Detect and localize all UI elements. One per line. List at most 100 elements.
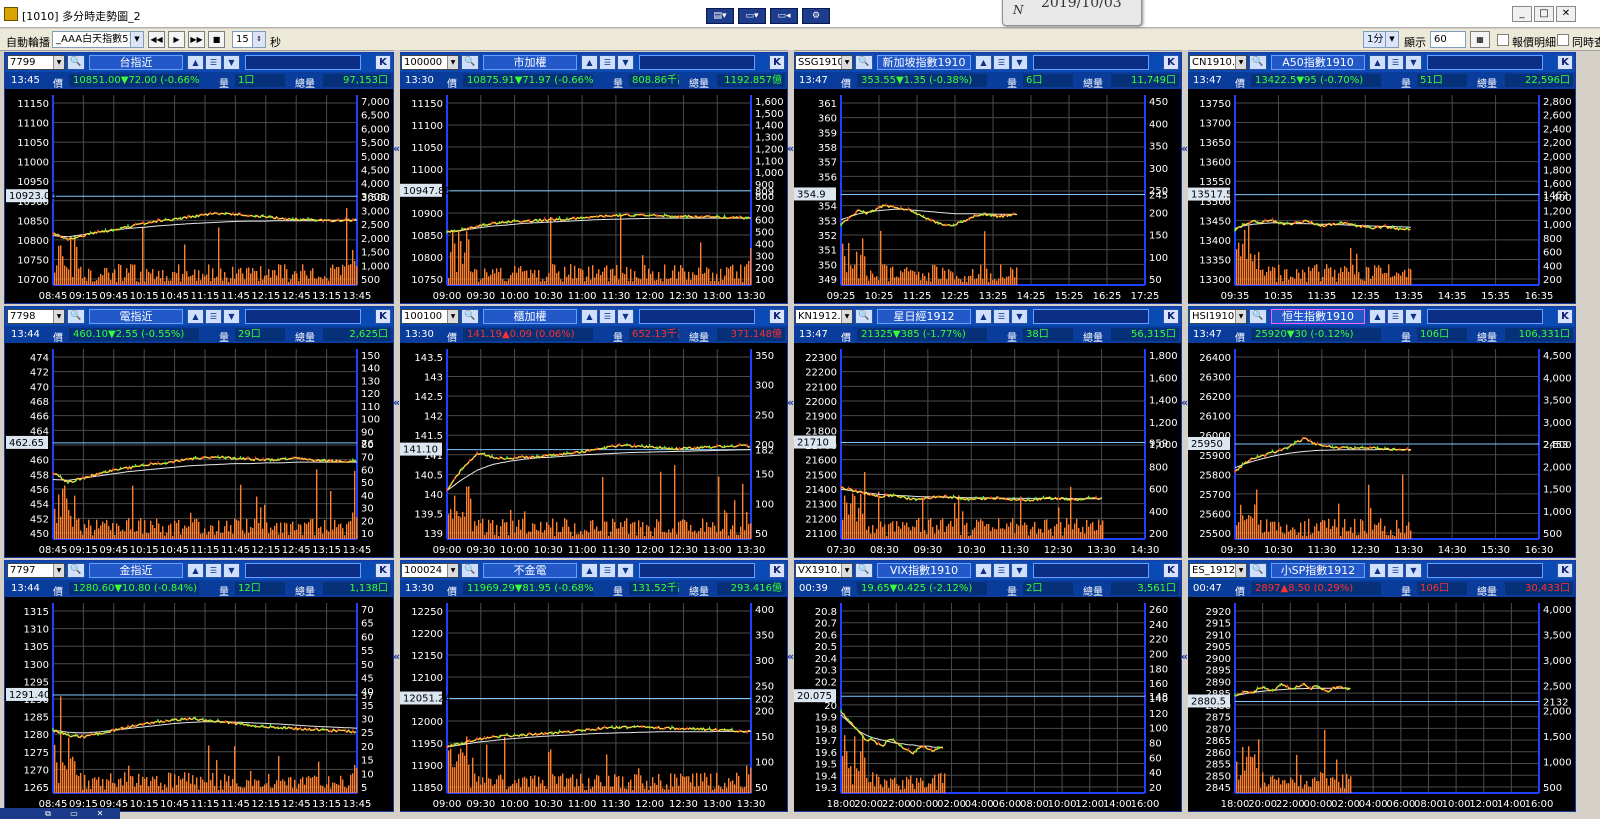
search-icon[interactable]: 🔍 [1249,563,1267,578]
quote-detail-checkbox[interactable] [1497,34,1509,46]
period-select[interactable]: 1分 ▼ [1363,31,1399,48]
product-name[interactable]: 電指近 [89,309,183,324]
chart-panel[interactable]: CN1910.2 ▼ 🔍 A50指數1910 ▲ ☰ ▼ K 13:47 價 13422.5▼95 … [1186,52,1576,304]
collapse-icon[interactable]: « [787,396,794,409]
menu-list-icon[interactable]: ☰ [599,563,616,578]
product-name[interactable]: 小SP指數1912 [1271,563,1365,578]
grid-layout-icon[interactable]: ▦ [1470,31,1490,48]
menu-list-icon[interactable]: ☰ [993,55,1010,70]
symbol-select[interactable]: 7797 ▼ [7,563,65,578]
menu-list-icon[interactable]: ☰ [599,55,616,70]
symbol-select[interactable]: KN1912.2 ▼ [795,309,853,324]
product-name[interactable]: 不金電 [483,563,577,578]
kline-button[interactable]: K [1163,55,1179,70]
symbol-select[interactable]: HSI1910.2 ▼ [1189,309,1247,324]
intraday-chart[interactable]: 2230022200221002200021900218002170021600… [793,343,1181,557]
intraday-chart[interactable]: 1225012200121501210012050120001195011900… [399,597,787,811]
intraday-chart[interactable]: 143.5 143 142.5 142 141.5 141 140.5 140 139.5 139… [399,343,787,557]
scroll-up-icon[interactable]: ▲ [1369,55,1386,70]
kline-button[interactable]: K [1557,55,1573,70]
product-name[interactable]: 星日經1912 [877,309,971,324]
close-task-icon[interactable]: ✕ [92,808,108,819]
product-name[interactable]: VIX指數1910 [877,563,971,578]
scroll-up-icon[interactable]: ▲ [975,55,992,70]
symbol-select[interactable]: ES_1912.2 ▼ [1189,563,1247,578]
kline-button[interactable]: K [769,55,785,70]
chart-panel[interactable]: 100024 ▼ 🔍 不金電 ▲ ☰ ▼ K 13:30 價 11969.29▼81.95 (-0.… [398,560,788,812]
restore-icon[interactable]: ⧉ [40,808,56,819]
symbol-select[interactable]: 100000 ▼ [401,55,459,70]
symbol-select[interactable]: 7798 ▼ [7,309,65,324]
scroll-down-icon[interactable]: ▼ [617,563,634,578]
kline-button[interactable]: K [1163,563,1179,578]
scroll-down-icon[interactable]: ▼ [1011,309,1028,324]
layout-button-2[interactable]: ▭▾ [738,8,766,24]
scroll-down-icon[interactable]: ▼ [1011,563,1028,578]
maximize-icon[interactable]: □ [1534,6,1554,22]
intraday-chart[interactable]: 13750 13700 13650 13600 13550 13500 13450 13400… [1187,89,1575,303]
spinner-icon[interactable]: ⇕ [252,32,265,47]
search-icon[interactable]: 🔍 [855,563,873,578]
chart-panel[interactable]: 100100 ▼ 🔍 櫃加權 ▲ ☰ ▼ K 13:30 價 141.19▲0.09 (0.06%)… [398,306,788,558]
menu-list-icon[interactable]: ☰ [1387,55,1404,70]
search-icon[interactable]: 🔍 [67,563,85,578]
intraday-chart[interactable]: 3613603593583573563553543533523513503494… [793,89,1181,303]
scroll-up-icon[interactable]: ▲ [1369,563,1386,578]
chart-panel[interactable]: 100000 ▼ 🔍 市加權 ▲ ☰ ▼ K 13:30 價 10875.91▼71.97 (-0.… [398,52,788,304]
search-icon[interactable]: 🔍 [461,55,479,70]
product-name[interactable]: 市加權 [483,55,577,70]
scroll-up-icon[interactable]: ▲ [581,309,598,324]
product-name[interactable]: 櫃加權 [483,309,577,324]
collapse-icon[interactable]: « [1181,396,1188,409]
collapse-icon[interactable]: « [393,650,400,663]
scroll-up-icon[interactable]: ▲ [975,563,992,578]
scroll-up-icon[interactable]: ▲ [1369,309,1386,324]
layout-button-3[interactable]: ▭◂ [770,8,798,24]
search-icon[interactable]: 🔍 [461,309,479,324]
product-name[interactable]: 恒生指數1910 [1271,309,1365,324]
menu-list-icon[interactable]: ☰ [1387,309,1404,324]
kline-button[interactable]: K [375,309,391,324]
symbol-select[interactable]: CN1910.2 ▼ [1189,55,1247,70]
scroll-down-icon[interactable]: ▼ [617,55,634,70]
product-name[interactable]: 金指近 [89,563,183,578]
kline-button[interactable]: K [1557,563,1573,578]
search-icon[interactable]: 🔍 [461,563,479,578]
sync-checkbox[interactable] [1557,34,1569,46]
chart-panel[interactable]: 7797 ▼ 🔍 金指近 ▲ ☰ ▼ K 13:44 價 1280.60▼10.80 (-0.84%… [4,560,394,812]
symbol-select[interactable]: 7799 ▼ [7,55,65,70]
intraday-chart[interactable]: 20.820.720.620.520.420.320.220.12019.919… [793,597,1181,811]
collapse-icon[interactable]: « [393,142,400,155]
product-name[interactable]: 台指近 [89,55,183,70]
kline-button[interactable]: K [375,563,391,578]
kline-button[interactable]: K [769,563,785,578]
scroll-up-icon[interactable]: ▲ [187,55,204,70]
symbol-select[interactable]: 100100 ▼ [401,309,459,324]
symbol-select[interactable]: 100024 ▼ [401,563,459,578]
symbol-select[interactable]: SSG1910.2 ▼ [795,55,853,70]
collapse-icon[interactable]: « [1181,142,1188,155]
intraday-chart[interactable]: 1115011100110501100010950109001085010800… [399,89,787,303]
product-name[interactable]: A50指數1910 [1271,55,1365,70]
collapse-icon[interactable]: « [393,396,400,409]
search-icon[interactable]: 🔍 [1249,309,1267,324]
minimize-task-icon[interactable]: ▭ [66,808,82,819]
kline-button[interactable]: K [1557,309,1573,324]
scroll-down-icon[interactable]: ▼ [223,55,240,70]
intraday-chart[interactable]: 4744724704684664644624604584564544524501… [5,343,393,557]
scroll-down-icon[interactable]: ▼ [617,309,634,324]
menu-list-icon[interactable]: ☰ [993,309,1010,324]
scroll-up-icon[interactable]: ▲ [187,563,204,578]
scroll-up-icon[interactable]: ▲ [581,563,598,578]
settings-button[interactable]: ⚙ [802,8,830,24]
kline-button[interactable]: K [769,309,785,324]
intraday-chart[interactable]: 1115011100110501100010950109001085010800… [5,89,393,303]
scroll-down-icon[interactable]: ▼ [223,309,240,324]
chart-panel[interactable]: 7799 ▼ 🔍 台指近 ▲ ☰ ▼ K 13:45 價 10851.00▼72.00 (-0.66… [4,52,394,304]
menu-list-icon[interactable]: ☰ [205,55,222,70]
scroll-down-icon[interactable]: ▼ [1405,309,1422,324]
intraday-chart[interactable]: 26400 26300 26200 26100 26000 25900 25800 25700… [1187,343,1575,557]
chart-panel[interactable]: HSI1910.2 ▼ 🔍 恒生指數1910 ▲ ☰ ▼ K 13:47 價 25920▼30 (-… [1186,306,1576,558]
scroll-down-icon[interactable]: ▼ [1405,55,1422,70]
menu-list-icon[interactable]: ☰ [205,309,222,324]
